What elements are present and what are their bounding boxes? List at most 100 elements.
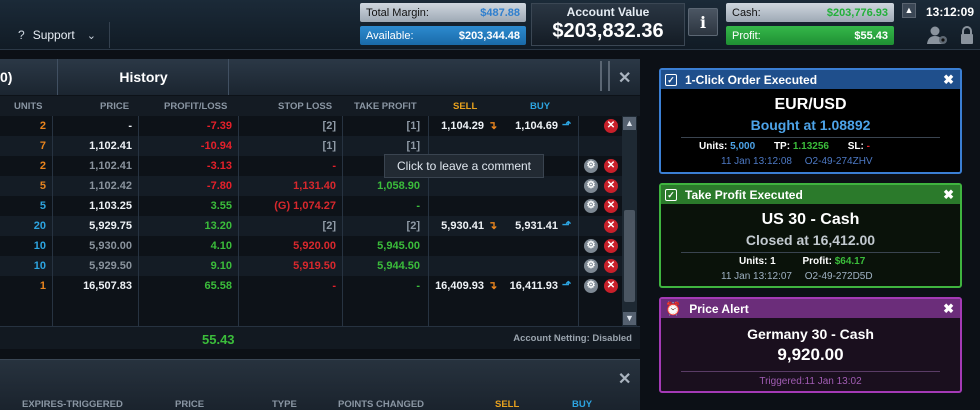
close-position-icon[interactable]: ✕ — [604, 199, 618, 213]
cell-units: 5 — [39, 200, 46, 212]
account-value-box: Account Value $203,832.36 — [531, 3, 685, 46]
col-buy: BUY — [530, 101, 551, 112]
cell-units: 1 — [39, 280, 46, 292]
notification-market: US 30 - Cash — [761, 211, 860, 228]
close-icon[interactable]: ✖ — [943, 187, 954, 203]
gear-icon[interactable]: ⚙ — [584, 279, 598, 293]
cell-take-profit: [1] — [406, 140, 420, 152]
cell-price: 1,103.25 — [89, 200, 132, 212]
cell-stop-loss: [2] — [322, 220, 336, 232]
total-margin-value: $487.88 — [480, 6, 520, 19]
checkbox-icon[interactable]: ✓ — [665, 73, 677, 86]
gear-icon[interactable]: ⚙ — [584, 239, 598, 253]
cell-profit-loss: 3.55 — [210, 200, 232, 212]
cell-take-profit: 5,945.00 — [377, 240, 420, 252]
close-icon[interactable]: ✕ — [618, 68, 631, 88]
cell-price: 5,930.00 — [89, 240, 132, 252]
available-value: $203,344.48 — [458, 29, 520, 42]
scroll-down-icon[interactable]: ▼ — [623, 312, 636, 325]
col-price: PRICE — [100, 101, 130, 112]
close-icon[interactable]: ✖ — [943, 301, 954, 317]
cell-buy-price: 5,931.41 — [515, 220, 558, 232]
scrollbar[interactable]: ▲ ▼ — [622, 116, 637, 326]
notification-header: ✓ 1-Click Order Executed ✖ — [661, 70, 960, 89]
table-row[interactable]: 5 1,102.42 -7.80 1,131.40 1,058.90 ⚙ ✕ — [0, 176, 622, 196]
sell-down-arrow-icon: ↴ — [488, 120, 498, 132]
positions-tabs: 0) History ✕ — [0, 59, 640, 95]
divider — [138, 116, 139, 326]
col-stop-loss: STOP LOSS — [278, 101, 333, 112]
cell-stop-loss: [2] — [322, 120, 336, 132]
notification-market: Germany 30 - Cash — [747, 326, 874, 342]
drag-handle[interactable] — [600, 61, 610, 91]
cell-stop-loss: 1,131.40 — [293, 180, 336, 192]
col-points-changed: POINTS CHANGED — [338, 399, 425, 410]
lock-icon[interactable] — [960, 25, 974, 45]
buy-up-arrow-icon: ⬏ — [562, 279, 572, 291]
close-position-icon[interactable]: ✕ — [604, 159, 618, 173]
cash-value: $203,776.93 — [826, 6, 888, 19]
cell-sell-price: 16,409.93 — [435, 280, 484, 292]
gear-icon[interactable]: ⚙ — [584, 259, 598, 273]
cell-price: - — [128, 120, 132, 132]
table-row[interactable]: 7 1,102.41 -10.94 [1] [1] — [0, 136, 622, 156]
cell-buy-price: 16,411.93 — [509, 280, 558, 292]
table-row[interactable]: 1 16,507.83 65.58 - - 16,409.93 16,411.93 ↴ ⬏ ⚙ ✕ — [0, 276, 622, 296]
col-sell: SELL — [453, 101, 478, 112]
table-row[interactable]: 10 5,929.50 9.10 5,919.50 5,944.50 ⚙ ✕ — [0, 256, 622, 276]
scroll-up-icon[interactable]: ▲ — [623, 117, 636, 130]
notification-stats: Units: 1 Profit: $64.17 — [739, 256, 866, 267]
notification-detail: Closed at 16,412.00 — [745, 232, 876, 248]
cell-units: 10 — [33, 240, 46, 252]
close-position-icon[interactable]: ✕ — [604, 239, 618, 253]
account-value: $203,832.36 — [552, 20, 664, 42]
user-settings-icon[interactable] — [926, 25, 948, 45]
available-box: Available: $203,344.48 — [360, 26, 526, 45]
cash-label: Cash: — [732, 6, 761, 19]
tab-positions[interactable]: 0) — [0, 59, 58, 95]
divider — [342, 116, 343, 326]
close-position-icon[interactable]: ✕ — [604, 119, 618, 133]
close-position-icon[interactable]: ✕ — [604, 219, 618, 233]
top-bar: ? Support ⌄ Total Margin: $487.88 Availa… — [0, 0, 980, 50]
close-position-icon[interactable]: ✕ — [604, 259, 618, 273]
notification-triggered: Triggered:11 Jan 13:02 — [759, 376, 862, 387]
notification-time: 11 Jan 13:12:07 O2-49-272D5D — [721, 271, 873, 282]
col-type: TYPE — [272, 399, 297, 410]
tab-history[interactable]: History — [59, 59, 229, 95]
notification-order-executed: ✓ 1-Click Order Executed ✖ EUR/USD Bough… — [659, 68, 962, 174]
col-take-profit: TAKE PROFIT — [354, 101, 417, 112]
cell-stop-loss: 5,920.00 — [293, 240, 336, 252]
cash-box: Cash: $203,776.93 — [726, 3, 894, 22]
cell-profit-loss: -7.80 — [206, 180, 232, 192]
gear-icon[interactable]: ⚙ — [584, 179, 598, 193]
info-button[interactable]: i — [688, 8, 718, 36]
checkbox-icon[interactable]: ✓ — [665, 188, 677, 201]
table-row[interactable]: 2 - -7.39 [2] [1] 1,104.29 1,104.69 ↴ ⬏ ✕ — [0, 116, 622, 136]
account-netting: Account Netting: Disabled — [513, 333, 632, 344]
gear-icon[interactable]: ⚙ — [584, 199, 598, 213]
close-icon[interactable]: ✖ — [943, 72, 954, 88]
cell-stop-loss: - — [332, 280, 336, 292]
orders-header: EXPIRES-TRIGGERED PRICE TYPE POINTS CHAN… — [0, 398, 640, 410]
profit-box: Profit: $55.43 — [726, 26, 894, 45]
table-row[interactable]: 5 1,103.25 3.55 (G) 1,074.27 - ⚙ ✕ — [0, 196, 622, 216]
cell-profit-loss: 65.58 — [204, 280, 232, 292]
close-icon[interactable]: ✕ — [618, 369, 631, 389]
divider — [578, 116, 579, 326]
available-label: Available: — [366, 29, 414, 42]
scroll-thumb[interactable] — [624, 210, 635, 302]
collapse-up-icon[interactable]: ▲ — [902, 3, 916, 18]
cell-units: 20 — [33, 220, 46, 232]
cell-stop-loss: (G) 1,074.27 — [274, 200, 336, 212]
cell-units: 2 — [39, 160, 46, 172]
table-row[interactable]: 20 5,929.75 13.20 [2] [2] 5,930.41 5,931.41 ↴ ⬏ ✕ — [0, 216, 622, 236]
close-position-icon[interactable]: ✕ — [604, 279, 618, 293]
table-row[interactable]: 10 5,930.00 4.10 5,920.00 5,945.00 ⚙ ✕ — [0, 236, 622, 256]
support-menu[interactable]: ? Support ⌄ — [0, 22, 110, 48]
buy-up-arrow-icon: ⬏ — [562, 219, 572, 231]
total-margin-label: Total Margin: — [366, 6, 429, 19]
clock: 13:12:09 — [925, 5, 975, 19]
gear-icon[interactable]: ⚙ — [584, 159, 598, 173]
close-position-icon[interactable]: ✕ — [604, 179, 618, 193]
